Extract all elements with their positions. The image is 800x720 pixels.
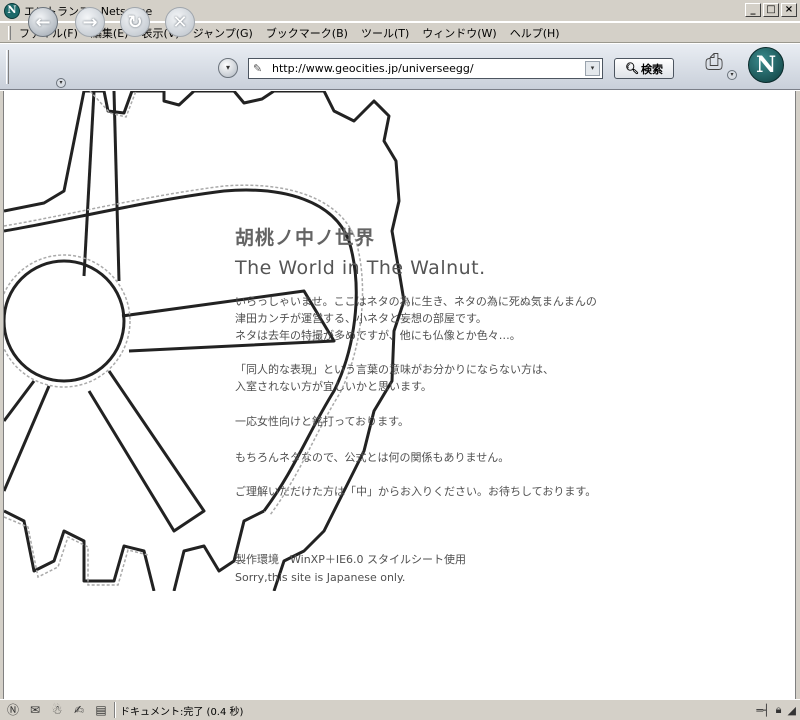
menu-window[interactable]: ウィンドウ(W) xyxy=(422,25,496,41)
status-bar: Ⓝ ✉ ☃ ✍ ▤ ドキュメント:完了 (0.4 秒) ═┤ 🔒︎ ◢ xyxy=(0,699,800,720)
status-text: ドキュメント:完了 (0.4 秒) xyxy=(120,706,244,718)
reload-button[interactable]: ↻ xyxy=(120,7,150,37)
security-lock-icon[interactable]: 🔒︎ xyxy=(776,703,782,717)
forward-arrow-icon: → xyxy=(82,11,98,33)
url-dropdown-button[interactable]: ▾ xyxy=(585,61,600,76)
search-button-label: 検索 xyxy=(640,62,663,76)
status-separator xyxy=(114,702,116,718)
addressbook-icon[interactable]: ▤ xyxy=(92,702,110,718)
page-title-jp: 胡桃ノ中ノ世界 xyxy=(235,227,376,249)
aim-icon[interactable]: ☃ xyxy=(48,702,66,718)
search-button[interactable]: 🔍︎ 検索 xyxy=(614,58,674,79)
menubar-grip[interactable] xyxy=(8,25,11,40)
url-history-button[interactable]: ▾ xyxy=(218,58,238,78)
composer-icon[interactable]: ✍ xyxy=(70,702,88,718)
warning-paragraph: 「同人的な表現」という言葉の意味がお分かりにならない方は、 入室されない方が宜し… xyxy=(235,363,554,393)
back-arrow-icon: ← xyxy=(35,11,51,33)
netscape-status-icon[interactable]: Ⓝ xyxy=(4,702,22,718)
maximize-button[interactable]: □ xyxy=(763,3,779,17)
stop-icon: ✕ xyxy=(172,11,188,33)
back-history-dropdown[interactable]: ▾ xyxy=(56,78,66,88)
menu-go[interactable]: ジャンプ(G) xyxy=(193,25,253,41)
print-dropdown[interactable]: ▾ xyxy=(727,70,737,80)
menu-help[interactable]: ヘルプ(H) xyxy=(510,25,560,41)
toolbar-grip[interactable] xyxy=(6,49,9,84)
audience-note: 一応女性向けと銘打っております。 xyxy=(235,415,410,428)
search-icon: 🔍︎ xyxy=(625,62,639,75)
back-button[interactable]: ← xyxy=(28,7,58,37)
page-title-en: The World in The Walnut. xyxy=(235,257,486,279)
close-button[interactable]: × xyxy=(781,3,797,17)
netscape-logo[interactable]: N xyxy=(748,47,784,83)
url-text[interactable]: http://www.geocities.jp/universeegg/ xyxy=(272,62,585,75)
content-right-border xyxy=(795,91,800,699)
stop-button[interactable]: ✕ xyxy=(165,7,195,37)
mail-icon[interactable]: ✉ xyxy=(26,702,44,718)
netscape-app-icon: N xyxy=(4,2,20,19)
disclaimer-text: もちろんネタなので、公式とは何の関係もありません。 xyxy=(235,451,510,464)
language-note: Sorry,this site is Japanese only. xyxy=(235,571,406,584)
menu-bookmarks[interactable]: ブックマーク(B) xyxy=(266,25,348,41)
connection-icon: ═┤ xyxy=(756,703,770,717)
forward-button[interactable]: → xyxy=(75,7,105,37)
resize-grip-icon[interactable]: ◢ xyxy=(788,704,796,717)
environment-note: 製作環境 WinXP＋IE6.0 スタイルシート使用 xyxy=(235,553,467,566)
enter-instructions: ご理解いただけた方は「中」からお入りください。お待ちしております。 xyxy=(235,485,597,498)
print-icon[interactable]: ⎙ xyxy=(697,50,731,80)
minimize-button[interactable]: _ xyxy=(745,3,761,17)
intro-paragraph: いらっしゃいませ。ここはネタの為に生き、ネタの為に死ぬ気まんまんの 津田カンチが… xyxy=(235,295,597,342)
page-content: 胡桃ノ中ノ世界 The World in The Walnut. いらっしゃいま… xyxy=(4,91,795,699)
reload-icon: ↻ xyxy=(127,11,143,33)
url-bar[interactable]: ✎ http://www.geocities.jp/universeegg/ ▾ xyxy=(248,58,603,79)
menu-tools[interactable]: ツール(T) xyxy=(361,25,409,41)
page-icon: ✎ xyxy=(253,61,263,75)
